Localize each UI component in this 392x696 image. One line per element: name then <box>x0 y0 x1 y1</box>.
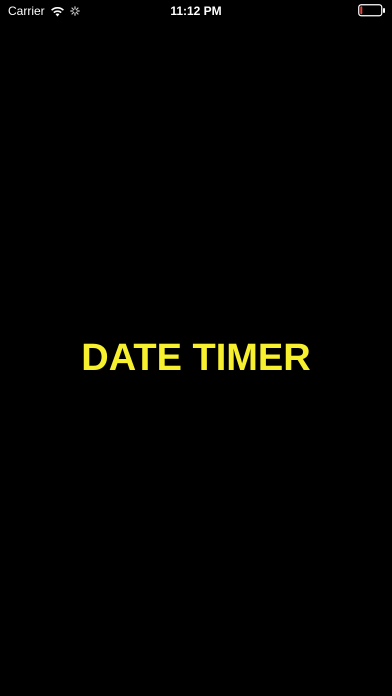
battery-indicator <box>358 4 386 20</box>
status-time: 11:12 PM <box>170 4 222 18</box>
battery-icon <box>358 4 385 17</box>
splash-screen: Carrier 11:12 PM DATE TIMER <box>0 0 392 696</box>
app-title: DATE TIMER <box>81 337 311 379</box>
battery-level-fill <box>360 6 363 15</box>
status-bar: Carrier 11:12 PM <box>0 0 392 22</box>
